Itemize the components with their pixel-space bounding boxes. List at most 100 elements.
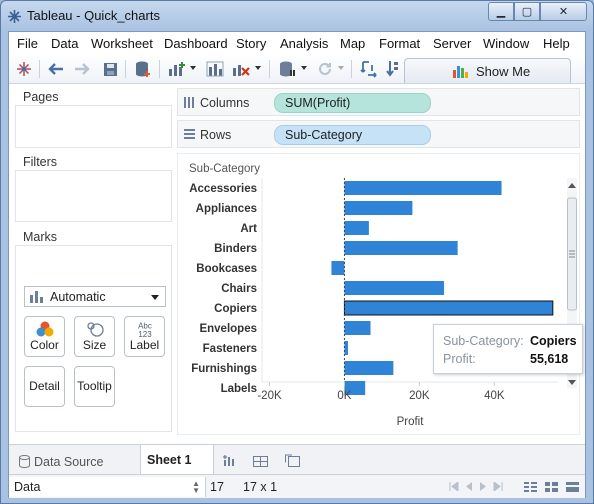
label-label: Label [129, 338, 160, 352]
bar[interactable] [344, 281, 445, 295]
marks-count: 17 [210, 480, 224, 494]
bar[interactable] [344, 201, 413, 215]
bar[interactable] [331, 261, 345, 275]
detail-button[interactable]: Detail [24, 366, 65, 407]
x-tick-label: 40K [484, 390, 505, 402]
status-bar: Data ▲ ▼ 17 17 x 1 [9, 474, 585, 498]
menu-file[interactable]: File [17, 36, 38, 51]
clear-dropdown-icon[interactable] [255, 66, 261, 70]
columns-shelf[interactable]: Columns SUM(Profit) [177, 88, 580, 116]
sheet-tabs-bar: Data Source Sheet 1 [9, 444, 585, 475]
title-bar: Tableau - Quick_charts ▁ ▢ ✕ [1, 1, 593, 31]
film-strip-icon[interactable] [524, 482, 537, 493]
category-label: Fasteners [203, 343, 257, 355]
tooltip-key-subcategory: Sub-Category: [443, 334, 524, 348]
sub-category-pill[interactable]: Sub-Category [274, 125, 431, 145]
sort-ascending-button[interactable] [385, 60, 399, 78]
toolbar: Show Me [9, 54, 585, 84]
back-arrow-icon [48, 63, 63, 75]
sheet-1-tab[interactable]: Sheet 1 [140, 445, 214, 475]
new-worksheet-button[interactable] [167, 60, 187, 78]
menu-map[interactable]: Map [340, 36, 365, 51]
bar[interactable] [344, 361, 394, 375]
menu-story[interactable]: Story [236, 36, 266, 51]
view-dimensions: 17 x 1 [243, 480, 278, 494]
next-page-icon[interactable] [479, 482, 487, 491]
color-button[interactable]: Color [24, 316, 65, 357]
mark-type-dropdown[interactable]: Automatic [24, 286, 166, 307]
app-client-area: File Data Worksheet Dashboard Story Anal… [8, 31, 586, 498]
clear-sheet-button[interactable] [231, 60, 251, 78]
tableau-window: Tableau - Quick_charts ▁ ▢ ✕ File Data W… [0, 0, 594, 504]
minimize-button[interactable]: ▁ [488, 2, 514, 21]
redo-button[interactable] [73, 60, 91, 78]
pages-shelf[interactable] [15, 106, 172, 148]
menu-dashboard[interactable]: Dashboard [164, 36, 228, 51]
menu-analysis[interactable]: Analysis [280, 36, 328, 51]
menu-help[interactable]: Help [543, 36, 570, 51]
forward-arrow-icon [75, 63, 90, 75]
x-axis-label: Profit [397, 416, 425, 428]
show-me-button[interactable]: Show Me [404, 58, 571, 83]
new-dashboard-icon[interactable] [253, 454, 268, 467]
close-button[interactable]: ✕ [540, 2, 587, 21]
new-story-icon[interactable] [285, 454, 300, 467]
menu-server[interactable]: Server [433, 36, 471, 51]
columns-icon [184, 97, 194, 108]
columns-label: Columns [200, 96, 250, 110]
tooltip-val-profit: 55,618 [530, 352, 569, 366]
pause-updates-button[interactable] [277, 60, 297, 78]
tabs-view-icon[interactable] [566, 482, 579, 493]
bar[interactable] [344, 241, 458, 255]
pause-dropdown-icon[interactable] [301, 66, 307, 70]
bar[interactable] [344, 181, 502, 195]
color-label: Color [30, 338, 59, 352]
new-worksheet-dropdown-icon[interactable] [190, 66, 196, 70]
x-tick-label: 20K [409, 390, 430, 402]
last-page-icon[interactable] [493, 482, 503, 491]
menu-window[interactable]: Window [483, 36, 529, 51]
swap-rows-columns-button[interactable] [359, 60, 379, 78]
tableau-logo-icon [8, 10, 21, 23]
new-data-source-button[interactable] [133, 60, 153, 78]
sum-profit-pill[interactable]: SUM(Profit) [274, 93, 431, 113]
visualization-view[interactable]: Sub-Category Accessories Appliances Art Bin… [177, 153, 580, 435]
bar-chart[interactable]: Sub-Category Accessories Appliances Art Bin… [178, 154, 579, 434]
rows-shelf[interactable]: Rows Sub-Category [177, 120, 580, 148]
database-icon [280, 61, 295, 77]
refresh-button[interactable] [315, 60, 335, 78]
color-icon [36, 321, 53, 337]
sort-icon [386, 61, 398, 77]
tooltip-button[interactable]: Tooltip [74, 366, 115, 407]
swap-icon [360, 61, 377, 78]
tableau-logo-icon [17, 62, 31, 76]
menu-data[interactable]: Data [51, 36, 78, 51]
duplicate-sheet-button[interactable] [205, 60, 225, 78]
bar[interactable] [344, 341, 348, 355]
menu-worksheet[interactable]: Worksheet [91, 36, 153, 51]
new-worksheet-icon[interactable] [222, 454, 237, 467]
previous-page-icon[interactable] [465, 482, 473, 491]
maximize-button[interactable]: ▢ [514, 2, 540, 21]
size-label: Size [82, 338, 107, 352]
save-button[interactable] [101, 60, 119, 78]
bar[interactable] [344, 321, 371, 335]
label-button[interactable]: Abc 123 Label [124, 316, 165, 357]
pages-card-title: Pages [15, 88, 172, 106]
data-pane-selector[interactable]: Data ▲ ▼ [9, 477, 206, 497]
refresh-dropdown-icon[interactable] [338, 66, 344, 70]
menu-format[interactable]: Format [379, 36, 420, 51]
marks-card-title: Marks [15, 228, 172, 246]
undo-button[interactable] [47, 60, 65, 78]
database-icon [19, 455, 30, 468]
first-page-icon[interactable] [449, 482, 459, 491]
tableau-logo-button[interactable] [15, 60, 33, 78]
sheet-sorter-icon[interactable] [545, 482, 558, 493]
bar[interactable] [343, 300, 554, 316]
filters-shelf[interactable] [15, 171, 172, 222]
size-button[interactable]: Size [74, 316, 115, 357]
data-source-tab[interactable]: Data Source [15, 449, 137, 475]
bar[interactable] [344, 221, 369, 235]
detail-label: Detail [29, 379, 60, 393]
row-header-label: Sub-Category [189, 163, 260, 175]
